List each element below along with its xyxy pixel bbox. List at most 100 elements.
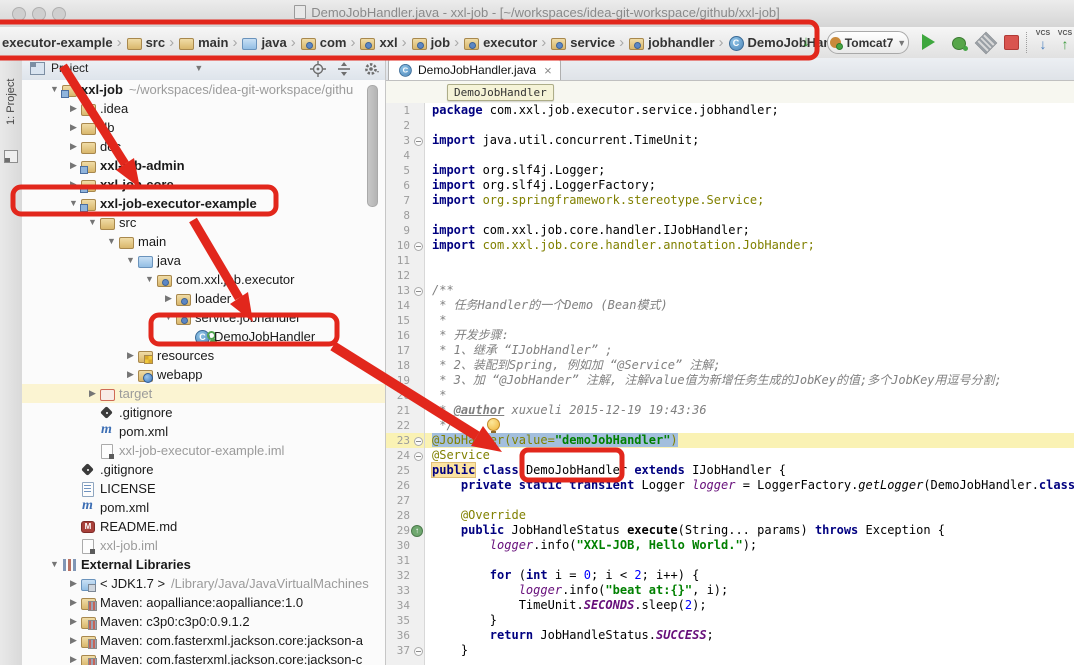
breadcrumb-item-executor-example[interactable]: executor-example [2,35,113,50]
tree-item-gitignore[interactable]: .gitignore [22,460,385,479]
tree-toggle-open[interactable]: ▼ [162,308,175,327]
vcs-commit-button[interactable]: VCS↑ [1055,30,1074,50]
breadcrumb-item-main[interactable]: main [178,35,228,51]
breadcrumb-item-job[interactable]: job [411,35,451,51]
tree-item-xxl-job[interactable]: ▼xxl-job~/workspaces/idea-git-workspace/… [22,80,385,99]
settings-gear-icon[interactable] [364,61,380,77]
breadcrumb-item-executor[interactable]: executor [463,35,537,51]
tree-toggle-closed[interactable]: ▶ [124,346,137,365]
tree-item-label: xxl-job-executor-example.iml [119,441,284,460]
tree-item-pom-xml[interactable]: pom.xml [22,498,385,517]
tree-toggle-closed[interactable]: ▶ [67,175,80,194]
project-panel-title[interactable]: Project ▼ [30,61,203,75]
tree-item-com-xxl-job-executor[interactable]: ▼com.xxl.job.executor [22,270,385,289]
tree-toggle-open[interactable]: ▼ [86,213,99,232]
tree-item-jdk1-7[interactable]: ▶< JDK1.7 >/Library/Java/JavaVirtualMach… [22,574,385,593]
tree-item-maven-aopalliance-aopalliance-1-0[interactable]: ▶Maven: aopalliance:aopalliance:1.0 [22,593,385,612]
tree-item-idea[interactable]: ▶.idea [22,99,385,118]
tree-item-xxl-job-executor-example[interactable]: ▼xxl-job-executor-example [22,194,385,213]
intention-bulb-icon[interactable] [487,418,500,431]
tree-item-resources[interactable]: ▶resources [22,346,385,365]
tree-item-xxl-job-admin[interactable]: ▶xxl-job-admin [22,156,385,175]
tree-toggle-closed[interactable]: ▶ [67,631,80,650]
tree-item-maven-c3p0-c3p0-0-9-1-2[interactable]: ▶Maven: c3p0:c3p0:0.9.1.2 [22,612,385,631]
override-marker-icon[interactable]: ↑ [411,525,423,537]
class-icon [398,63,412,77]
tree-toggle-closed[interactable]: ▶ [67,99,80,118]
tree-toggle-open[interactable]: ▼ [48,555,61,574]
breadcrumb-item-jobhandler[interactable]: jobhandler [628,35,714,51]
breadcrumb-item-service[interactable]: service [550,35,615,51]
tree-toggle-closed[interactable]: ▶ [67,574,80,593]
project-tool-window-icon[interactable] [4,150,18,163]
breadcrumb-item-xxl[interactable]: xxl [359,35,397,51]
tree-item-loader[interactable]: ▶loader [22,289,385,308]
stop-button[interactable] [1004,35,1019,50]
iml-icon [99,443,115,459]
vcs-update-button[interactable]: VCS↓ [1033,30,1053,50]
tree-item-target[interactable]: ▶target [22,384,385,403]
tree-item-service-jobhandler[interactable]: ▼service.jobhandler [22,308,385,327]
tree-item-gitignore[interactable]: .gitignore [22,403,385,422]
green-down-arrow-icon[interactable]: ↓ [798,33,814,51]
tree-toggle-open[interactable]: ▼ [67,194,80,213]
tree-item-xxl-job-executor-example-iml[interactable]: xxl-job-executor-example.iml [22,441,385,460]
fold-icon[interactable] [414,647,423,656]
tree-item-java[interactable]: ▼java [22,251,385,270]
tree-item-db[interactable]: ▶db [22,118,385,137]
tree-item-pom-xml[interactable]: pom.xml [22,422,385,441]
tree-item-demojobhandler[interactable]: DemoJobHandler [22,327,385,346]
fold-icon[interactable] [414,287,423,296]
tree-toggle-closed[interactable]: ▶ [67,650,80,665]
run-button[interactable] [922,34,935,50]
code-line: * 开发步骤: [425,328,1074,343]
tree-item-maven-com-fasterxml-jackson-core-jackson-a[interactable]: ▶Maven: com.fasterxml.jackson.core:jacks… [22,631,385,650]
tree-scrollbar[interactable] [367,85,378,207]
coverage-button[interactable] [975,32,998,55]
line-number: 33 [386,583,424,598]
tool-window-tab-project[interactable]: 1: Project [2,62,20,142]
breadcrumb-label: job [431,35,451,50]
close-icon[interactable]: × [544,63,552,78]
debug-button[interactable] [950,34,968,52]
editor-tab-demojobhandler[interactable]: DemoJobHandler.java × [388,59,561,80]
tree-item-doc[interactable]: ▶doc [22,137,385,156]
code-editor[interactable]: package com.xxl.job.executor.service.job… [425,103,1074,665]
tree-toggle-closed[interactable]: ▶ [67,118,80,137]
fold-icon[interactable] [414,452,423,461]
tree-toggle-closed[interactable]: ▶ [162,289,175,308]
tree-toggle-closed[interactable]: ▶ [67,612,80,631]
fold-icon[interactable] [414,242,423,251]
tree-item-src[interactable]: ▼src [22,213,385,232]
tree-item-readme-md[interactable]: README.md [22,517,385,536]
collapse-all-icon[interactable] [336,61,352,77]
tree-toggle-closed[interactable]: ▶ [67,137,80,156]
tree-item-license[interactable]: LICENSE [22,479,385,498]
tree-item-xxl-job-iml[interactable]: xxl-job.iml [22,536,385,555]
tree-item-maven-com-fasterxml-jackson-core-jackson-c[interactable]: ▶Maven: com.fasterxml.jackson.core:jacks… [22,650,385,665]
maven-lib-icon [80,633,96,649]
run-configuration-select[interactable]: Tomcat7 ▼ [827,31,909,54]
tree-toggle-closed[interactable]: ▶ [67,593,80,612]
fold-icon[interactable] [414,437,423,446]
code-line: */ [425,418,1074,433]
breadcrumb-item-com[interactable]: com [300,35,347,51]
tree-toggle-closed[interactable]: ▶ [67,156,80,175]
chevron-right-icon: › [350,34,355,51]
tree-toggle-closed[interactable]: ▶ [124,365,137,384]
tree-toggle-closed[interactable]: ▶ [86,384,99,403]
tree-item-external-libraries[interactable]: ▼External Libraries [22,555,385,574]
tree-toggle-open[interactable]: ▼ [48,80,61,99]
locate-icon[interactable] [310,61,326,77]
breadcrumb-item-java[interactable]: java [241,35,286,51]
tree-toggle-open[interactable]: ▼ [124,251,137,270]
tree-toggle-open[interactable]: ▼ [143,270,156,289]
fold-icon[interactable] [414,137,423,146]
code-line: @JobHander(value="demoJobHandler") [425,433,1074,448]
breadcrumb-item-src[interactable]: src [126,35,166,51]
tree-item-main[interactable]: ▼main [22,232,385,251]
tree-item-webapp[interactable]: ▶webapp [22,365,385,384]
class-breadcrumb-chip[interactable]: DemoJobHandler [447,84,554,101]
tree-toggle-open[interactable]: ▼ [105,232,118,251]
tree-item-xxl-job-core[interactable]: ▶xxl-job-core [22,175,385,194]
